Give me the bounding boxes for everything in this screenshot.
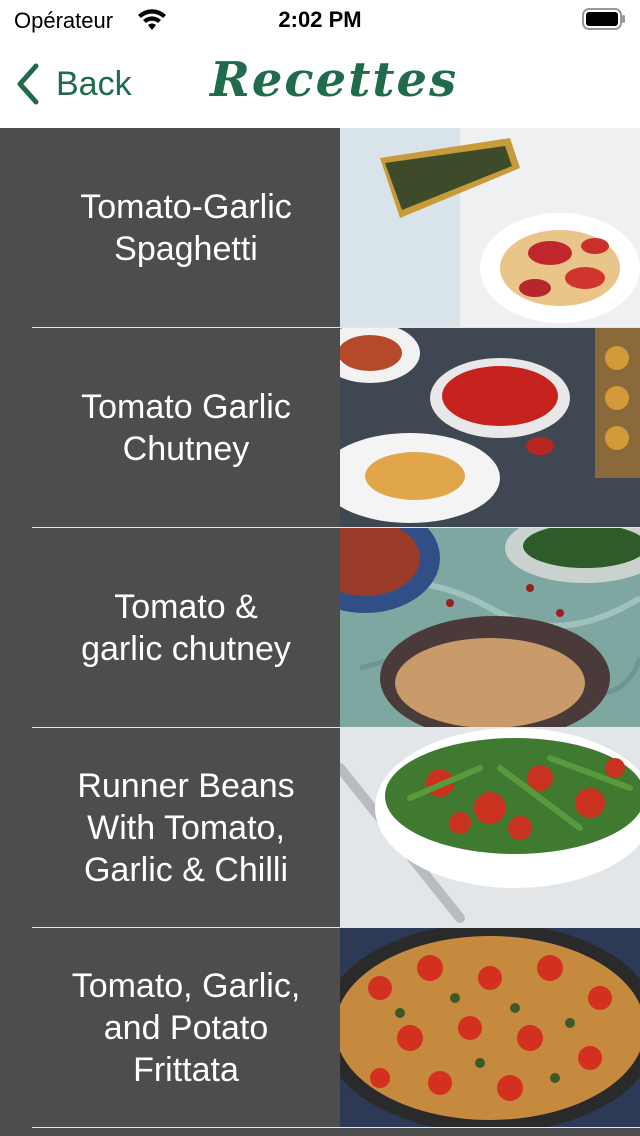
recipe-title: Tomato & garlic chutney <box>81 587 291 668</box>
recipe-row-runner-beans[interactable]: Runner Beans With Tomato, Garlic & Chill… <box>0 728 640 928</box>
battery-icon <box>582 8 625 30</box>
recipe-row-tomato-garlic-chutney[interactable]: Tomato Garlic Chutney <box>0 328 640 528</box>
back-label: Back <box>56 64 132 103</box>
recipe-title: Runner Beans With Tomato, Garlic & Chill… <box>77 766 295 889</box>
recipe-row-potato-frittata[interactable]: Tomato, Garlic, and Potato Frittata <box>0 928 640 1128</box>
page-title: Recettes <box>210 52 459 108</box>
green-beans-tomato-photo <box>340 728 640 927</box>
tomato-sauce-bowl-photo <box>340 328 640 527</box>
frittata-and-spaghetti-photo <box>340 128 640 327</box>
status-bar: Opérateur 2:02 PM <box>0 0 640 40</box>
recipe-title: Tomato Garlic Chutney <box>81 387 291 468</box>
chutney-bowls-photo <box>340 528 640 727</box>
back-button[interactable]: Back <box>14 60 132 108</box>
chevron-left-icon <box>17 63 39 105</box>
recipe-title: Tomato, Garlic, and Potato Frittata <box>71 966 301 1089</box>
row-separator <box>32 1127 640 1128</box>
potato-frittata-photo <box>340 928 640 1127</box>
recipe-title: Tomato-Garlic Spaghetti <box>80 187 292 268</box>
navigation-bar: Back Recettes <box>0 40 640 128</box>
recipe-row-tomato-and-garlic-chutney[interactable]: Tomato & garlic chutney <box>0 528 640 728</box>
recipe-row-tomato-garlic-spaghetti[interactable]: Tomato-Garlic Spaghetti <box>0 128 640 328</box>
status-time: 2:02 PM <box>278 7 362 32</box>
recipe-list[interactable]: Tomato-Garlic Spaghetti Tomato Garlic Ch… <box>0 128 640 1136</box>
